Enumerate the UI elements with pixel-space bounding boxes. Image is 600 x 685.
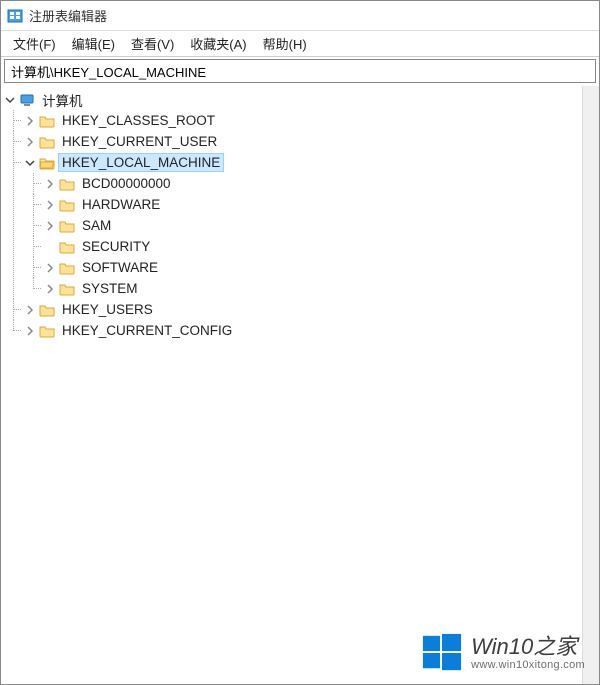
- chevron-right-icon[interactable]: [23, 324, 37, 338]
- windows-logo-icon: [421, 632, 463, 674]
- chevron-right-icon[interactable]: [43, 177, 57, 191]
- tree-node-hkcu[interactable]: HKEY_CURRENT_USER: [23, 131, 597, 152]
- chevron-right-icon[interactable]: [23, 135, 37, 149]
- menu-edit[interactable]: 编辑(E): [66, 32, 121, 55]
- menu-view[interactable]: 查看(V): [125, 32, 180, 55]
- tree-node-software[interactable]: SOFTWARE: [43, 257, 597, 278]
- tree-label: BCD00000000: [79, 175, 174, 192]
- tree-label: SECURITY: [79, 238, 153, 255]
- tree-label: HARDWARE: [79, 196, 163, 213]
- menu-favorites[interactable]: 收藏夹(A): [184, 32, 252, 55]
- titlebar: 注册表编辑器: [1, 1, 599, 31]
- folder-icon: [39, 113, 55, 129]
- watermark: Win10之家 www.win10xitong.com: [421, 632, 585, 674]
- tree-label: SYSTEM: [79, 280, 141, 297]
- tree-node-hkcc[interactable]: HKEY_CURRENT_CONFIG: [23, 320, 597, 341]
- watermark-title: Win10之家: [471, 635, 585, 659]
- folder-icon: [59, 260, 75, 276]
- watermark-url: www.win10xitong.com: [471, 659, 585, 671]
- folder-icon: [59, 218, 75, 234]
- tree-node-computer[interactable]: 计算机: [3, 89, 597, 110]
- tree-label: SAM: [79, 217, 114, 234]
- menu-file[interactable]: 文件(F): [7, 32, 62, 55]
- window-title: 注册表编辑器: [29, 6, 107, 25]
- vertical-scrollbar[interactable]: [582, 86, 599, 684]
- tree-label: HKEY_LOCAL_MACHINE: [59, 154, 223, 171]
- folder-icon: [39, 323, 55, 339]
- tree-label: HKEY_CURRENT_USER: [59, 133, 220, 150]
- address-input[interactable]: [5, 62, 595, 81]
- folder-icon: [59, 239, 75, 255]
- menu-help[interactable]: 帮助(H): [257, 32, 313, 55]
- chevron-right-icon[interactable]: [43, 282, 57, 296]
- tree-node-security[interactable]: SECURITY: [43, 236, 597, 257]
- folder-icon: [59, 197, 75, 213]
- folder-icon: [39, 302, 55, 318]
- tree-node-hklm[interactable]: HKEY_LOCAL_MACHINE: [23, 152, 597, 173]
- tree-label: 计算机: [39, 89, 86, 111]
- computer-icon: [19, 92, 35, 108]
- tree-node-hkcr[interactable]: HKEY_CLASSES_ROOT: [23, 110, 597, 131]
- chevron-right-icon[interactable]: [43, 198, 57, 212]
- chevron-right-icon[interactable]: [23, 114, 37, 128]
- tree-node-hku[interactable]: HKEY_USERS: [23, 299, 597, 320]
- tree-label: SOFTWARE: [79, 259, 161, 276]
- address-bar[interactable]: [4, 59, 596, 83]
- tree-node-bcd[interactable]: BCD00000000: [43, 173, 597, 194]
- tree-label: HKEY_CURRENT_CONFIG: [59, 322, 235, 339]
- regedit-icon: [7, 8, 23, 24]
- folder-icon: [39, 134, 55, 150]
- chevron-down-icon[interactable]: [3, 93, 17, 107]
- chevron-right-icon[interactable]: [23, 303, 37, 317]
- tree-label: HKEY_USERS: [59, 301, 156, 318]
- menubar: 文件(F) 编辑(E) 查看(V) 收藏夹(A) 帮助(H): [1, 31, 599, 57]
- folder-icon: [59, 281, 75, 297]
- chevron-right-icon[interactable]: [43, 261, 57, 275]
- tree-node-sam[interactable]: SAM: [43, 215, 597, 236]
- content-area: 计算机 HKEY_CLASSES_ROOT: [1, 85, 599, 684]
- tree-pane[interactable]: 计算机 HKEY_CLASSES_ROOT: [1, 85, 599, 684]
- tree-label: HKEY_CLASSES_ROOT: [59, 112, 218, 129]
- folder-open-icon: [39, 155, 55, 171]
- chevron-right-icon[interactable]: [43, 219, 57, 233]
- folder-icon: [59, 176, 75, 192]
- chevron-down-icon[interactable]: [23, 156, 37, 170]
- tree-node-hardware[interactable]: HARDWARE: [43, 194, 597, 215]
- tree-node-system[interactable]: SYSTEM: [43, 278, 597, 299]
